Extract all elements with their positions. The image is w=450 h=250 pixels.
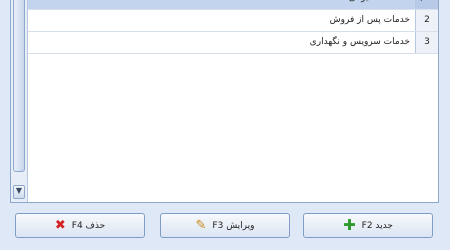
- row-name: خدمات تعمیراتی: [349, 0, 410, 9]
- services-grid: ▼ خدمات تعمیراتی ◂1 خدمات پس از فروش 2 خ…: [10, 0, 439, 203]
- new-button[interactable]: جدید F2 ✚: [303, 213, 433, 238]
- x-icon: ✖: [54, 218, 66, 233]
- edit-button-label: ویرایش F3: [212, 220, 255, 231]
- row-indicator-icon: ◂: [418, 0, 422, 9]
- delete-button[interactable]: حذف F4 ✖: [15, 213, 145, 238]
- edit-button[interactable]: ویرایش F3 ✎: [160, 213, 290, 238]
- row-number: ◂1: [415, 0, 438, 9]
- row-number-text: 1: [424, 0, 430, 3]
- row-name: خدمات پس از فروش: [329, 15, 410, 25]
- plus-icon: ✚: [343, 216, 356, 234]
- row-name: خدمات سرویس و نگهداری: [309, 37, 410, 47]
- new-button-label: جدید F2: [361, 220, 393, 231]
- grid-rows: خدمات تعمیراتی ◂1 خدمات پس از فروش 2 خدم…: [28, 0, 438, 54]
- table-row[interactable]: خدمات پس از فروش 2: [28, 10, 438, 32]
- scroll-down-icon[interactable]: ▼: [13, 185, 25, 199]
- delete-button-label: حذف F4: [71, 220, 106, 231]
- table-row[interactable]: خدمات تعمیراتی ◂1: [28, 0, 438, 10]
- row-number: 2: [415, 10, 438, 31]
- vertical-scrollbar[interactable]: ▼: [11, 0, 28, 202]
- scrollbar-thumb[interactable]: [13, 0, 25, 172]
- table-row[interactable]: خدمات سرویس و نگهداری 3: [28, 32, 438, 54]
- pencil-icon: ✎: [195, 218, 207, 233]
- row-number: 3: [415, 32, 438, 53]
